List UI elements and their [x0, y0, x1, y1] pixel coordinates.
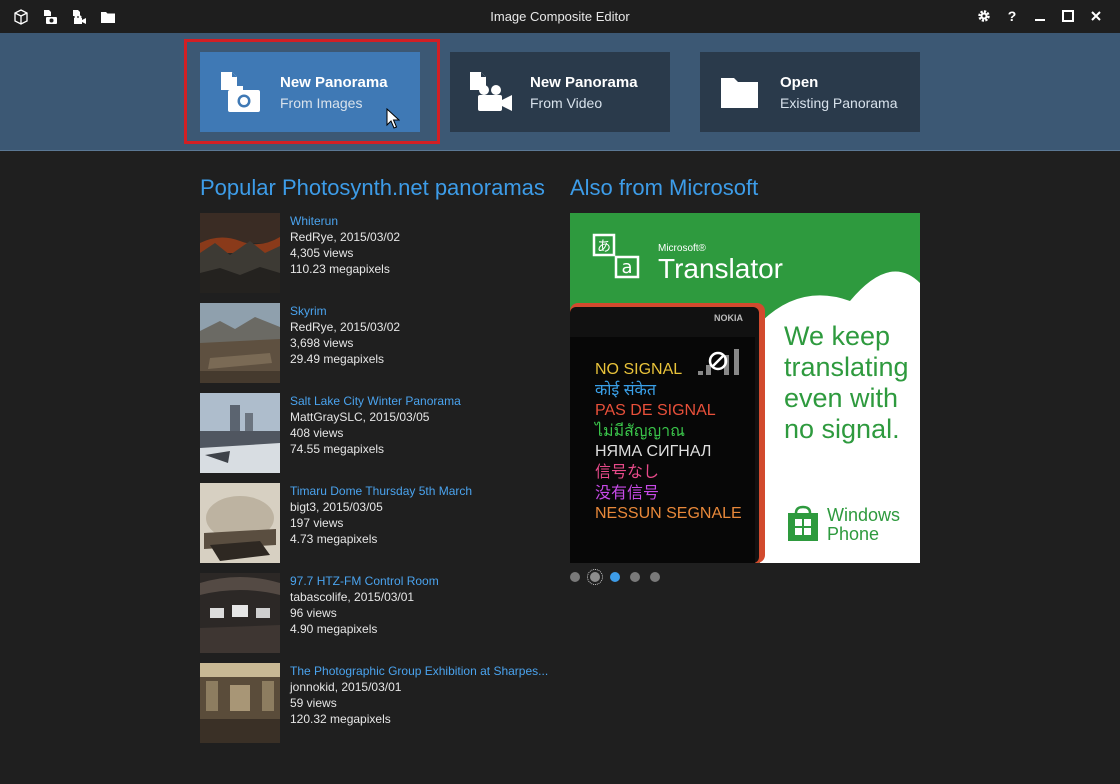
tagline-line: We keep	[784, 321, 891, 351]
panorama-views: 59 views	[290, 696, 337, 710]
panorama-thumbnail[interactable]	[200, 393, 280, 473]
phone-line: ไม่มีสัญญาณ	[595, 422, 685, 440]
translator-ad-banner[interactable]: あa Microsoft® Translator NOKIA NO SIGNAL…	[570, 213, 920, 563]
list-item: 97.7 HTZ-FM Control Room tabascolife, 20…	[200, 573, 550, 663]
ad-platform: Windows Phone	[827, 506, 900, 544]
carousel-dot[interactable]	[570, 572, 580, 582]
panorama-link[interactable]: Timaru Dome Thursday 5th March	[290, 484, 472, 498]
phone-line: NESSUN SEGNALE	[595, 505, 742, 523]
settings-icon[interactable]	[974, 6, 994, 26]
ad-product: Translator	[658, 253, 784, 284]
tagline-line: no signal.	[784, 414, 900, 444]
no-signal-icon	[696, 347, 746, 382]
panorama-size: 74.55 megapixels	[290, 442, 385, 456]
phone-brand: NOKIA	[714, 313, 743, 323]
panorama-size: 4.73 megapixels	[290, 532, 378, 546]
panorama-author-date: MattGraySLC, 2015/03/05	[290, 410, 430, 424]
panorama-thumbnail[interactable]	[200, 663, 280, 743]
translator-logo-icon: あa	[592, 231, 640, 284]
carousel-dot[interactable]	[650, 572, 660, 582]
carousel-indicators	[570, 569, 660, 585]
ad-tagline: We keep translating even with no signal.	[784, 321, 909, 445]
tile-subtitle: From Video	[530, 95, 603, 111]
platform-line: Phone	[827, 524, 880, 544]
video-camera-document-icon	[468, 70, 512, 114]
panorama-thumbnail[interactable]	[200, 213, 280, 293]
panorama-link[interactable]: Skyrim	[290, 304, 327, 318]
panorama-author-date: RedRye, 2015/03/02	[290, 230, 401, 244]
panorama-thumbnail[interactable]	[200, 573, 280, 653]
phone-line: НЯМА СИГНАЛ	[595, 443, 712, 461]
panorama-views: 197 views	[290, 516, 344, 530]
panorama-author-date: tabascolife, 2015/03/01	[290, 590, 415, 604]
phone-line: 没有信号	[595, 484, 660, 502]
title-bar: Image Composite Editor ?	[0, 0, 1120, 33]
close-icon[interactable]	[1086, 6, 1106, 26]
list-item: The Photographic Group Exhibition at Sha…	[200, 663, 550, 753]
microsoft-heading: Also from Microsoft	[570, 175, 759, 200]
folder-icon	[718, 70, 762, 114]
window-controls: ?	[974, 6, 1106, 26]
tagline-line: translating	[784, 352, 909, 382]
list-item: Whiterun RedRye, 2015/03/02 4,305 views …	[200, 213, 550, 303]
svg-text:a: a	[621, 257, 632, 278]
list-item: Skyrim RedRye, 2015/03/02 3,698 views 29…	[200, 303, 550, 393]
phone-screen-text: NO SIGNAL कोई संकेत PAS DE SIGNAL ไม่มีส…	[595, 360, 742, 525]
panorama-views: 96 views	[290, 606, 337, 620]
list-item: Salt Lake City Winter Panorama MattGrayS…	[200, 393, 550, 483]
start-header: New Panorama From Images New Panorama Fr…	[0, 33, 1120, 151]
tagline-line: even with	[784, 383, 899, 413]
carousel-dot[interactable]	[630, 572, 640, 582]
panorama-link[interactable]: 97.7 HTZ-FM Control Room	[290, 574, 439, 588]
carousel-dot[interactable]	[610, 572, 620, 582]
panorama-link[interactable]: The Photographic Group Exhibition at Sha…	[290, 664, 548, 678]
popular-heading: Popular Photosynth.net panoramas	[200, 175, 545, 200]
panorama-author-date: RedRye, 2015/03/02	[290, 320, 401, 334]
panorama-size: 29.49 megapixels	[290, 352, 385, 366]
svg-text:あ: あ	[597, 239, 611, 255]
open-existing-panorama-button[interactable]: Open Existing Panorama	[700, 52, 920, 132]
tile-title: Open	[780, 74, 819, 91]
panorama-views: 408 views	[290, 426, 344, 440]
panorama-size: 4.90 megapixels	[290, 622, 378, 636]
list-item: Timaru Dome Thursday 5th March bigt3, 20…	[200, 483, 550, 573]
popular-list: Whiterun RedRye, 2015/03/02 4,305 views …	[200, 213, 550, 753]
maximize-icon[interactable]	[1058, 6, 1078, 26]
phone-line: PAS DE SIGNAL	[595, 402, 716, 420]
tile-title: New Panorama	[530, 74, 638, 91]
tile-subtitle: Existing Panorama	[780, 95, 898, 111]
panorama-link[interactable]: Whiterun	[290, 214, 338, 228]
windows-store-icon	[786, 505, 820, 548]
highlight-box	[184, 39, 440, 144]
panorama-author-date: jonnokid, 2015/03/01	[290, 680, 402, 694]
platform-line: Windows	[827, 505, 901, 525]
panorama-views: 4,305 views	[290, 246, 354, 260]
panorama-size: 120.32 megapixels	[290, 712, 391, 726]
phone-line: कोई संकेत	[595, 381, 656, 399]
panorama-link[interactable]: Salt Lake City Winter Panorama	[290, 394, 461, 408]
help-icon[interactable]: ?	[1002, 6, 1022, 26]
window-title: Image Composite Editor	[490, 9, 630, 24]
minimize-icon[interactable]	[1030, 6, 1050, 26]
carousel-dot[interactable]	[587, 569, 603, 585]
panorama-thumbnail[interactable]	[200, 483, 280, 563]
phone-line: 信号なし	[595, 463, 660, 481]
panorama-size: 110.23 megapixels	[290, 262, 390, 276]
panorama-author-date: bigt3, 2015/03/05	[290, 500, 383, 514]
new-panorama-from-video-button[interactable]: New Panorama From Video	[450, 52, 670, 132]
panorama-thumbnail[interactable]	[200, 303, 280, 383]
panorama-views: 3,698 views	[290, 336, 354, 350]
